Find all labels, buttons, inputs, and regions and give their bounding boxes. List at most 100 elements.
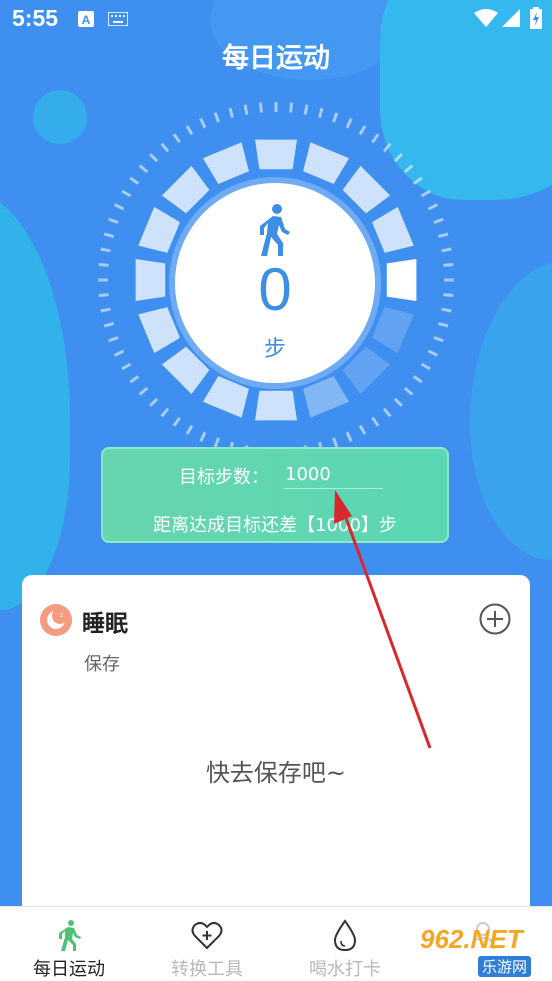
sleep-card: z 睡眠 保存 快去保存吧~ [22,575,530,915]
dial-tick [345,118,353,129]
dial-tick [289,102,294,113]
dial-tick [213,112,220,123]
dial-block [372,307,414,354]
dial-tick [138,164,149,174]
walk-icon [260,204,290,256]
dial-tick [393,397,403,407]
dial-tick [185,424,194,435]
goal-card: 目标步数： 距离达成目标还差【1000】步 [101,447,449,543]
dial-tick [228,107,234,119]
dial-tick [108,217,119,224]
dial-block [202,376,249,418]
site-watermark: 962.NET 乐游网 [412,920,552,978]
dial-tick [258,102,263,113]
dial-tick [358,424,367,435]
goal-remaining-text: 距离达成目标还差【1000】步 [153,515,397,536]
dial-block [138,307,180,354]
dial-tick [443,293,454,298]
dial-tick [443,262,454,267]
dial-tick [441,307,452,313]
dial-tick [114,349,125,357]
moon-icon: z [40,604,72,636]
nav-item-convert-tools[interactable]: 转换工具 [138,907,276,981]
dial-tick [412,176,423,185]
dial-tick [138,386,149,396]
dial-tick [160,407,170,418]
add-circle-icon[interactable] [479,603,511,635]
watermark-sub: 乐游网 [478,956,532,977]
screen: 5:55 A 每日运动 0 步 目标步数： 1000 距离达成目标还差【1000… [0,0,552,981]
goal-steps-input[interactable] [283,460,383,489]
dial-tick [441,247,452,253]
dial-tick [371,416,380,427]
dial-tick [103,322,115,328]
dial-tick [98,293,109,298]
dial-tick [403,386,414,396]
dial-tick [358,125,367,136]
dial-tick [420,362,431,371]
dial-tick [199,118,207,129]
nav-item-water-checkin[interactable]: 喝水打卡 [276,907,414,981]
dial-tick [149,153,159,163]
dial-block [161,165,210,214]
nav-label: 喝水打卡 [309,959,381,980]
dial-block [202,142,249,184]
dial-block [138,206,180,253]
steps-unit: 步 [263,337,286,362]
dial-tick [382,407,392,418]
dial-tick [108,336,119,343]
watermark-brand: 962.NET [420,924,523,954]
dial-tick [100,307,111,313]
dial-tick [427,203,438,211]
dial-tick [427,349,438,357]
sleep-save-label[interactable]: 保存 [84,650,120,676]
dial-tick [412,375,423,384]
dial-tick [103,232,115,238]
nav-label: 转换工具 [171,959,243,980]
dial-block [342,165,391,214]
step-counter-circle: 0 步 [175,183,375,383]
sleep-title: 睡眠 [82,611,128,637]
dial-tick [433,217,444,224]
heart-plus-icon [191,921,223,950]
dial-tick [382,142,392,153]
dial-block [386,259,417,301]
dial-tick [332,437,339,448]
dial-tick [243,104,249,115]
dial-tick [433,336,444,343]
dial-tick [345,431,353,442]
dial-tick [121,189,132,198]
dial-tick [149,397,159,407]
dial-tick [121,362,132,371]
dial-tick [420,189,431,198]
dial-tick [393,153,403,163]
nav-label: 每日运动 [33,959,105,980]
empty-state-text: 快去保存吧~ [205,759,347,787]
dial-tick [172,133,181,144]
dial-tick [98,262,109,267]
steps-count: 0 [258,256,292,323]
dial-block [372,206,414,253]
dial-tick [129,375,140,384]
dial-tick [318,107,324,119]
nav-item-daily-exercise[interactable]: 每日运动 [0,907,138,981]
dial-tick [213,437,220,448]
dial-block [303,376,350,418]
water-drop-icon [333,919,357,951]
goal-label: 目标步数： [179,467,269,488]
dial-tick [185,125,194,136]
dial-block [255,390,297,421]
dial-tick [199,431,207,442]
dial-tick [303,104,309,115]
dial-tick [403,164,414,174]
dial-tick [332,112,339,123]
dial-tick [437,322,449,328]
dial-tick [114,203,125,211]
dial-tick [160,142,170,153]
dial-block [303,142,350,184]
dial-block [135,259,166,301]
dial-tick [100,247,111,253]
dial-tick [129,176,140,185]
dial-tick [172,416,181,427]
dial-tick [371,133,380,144]
